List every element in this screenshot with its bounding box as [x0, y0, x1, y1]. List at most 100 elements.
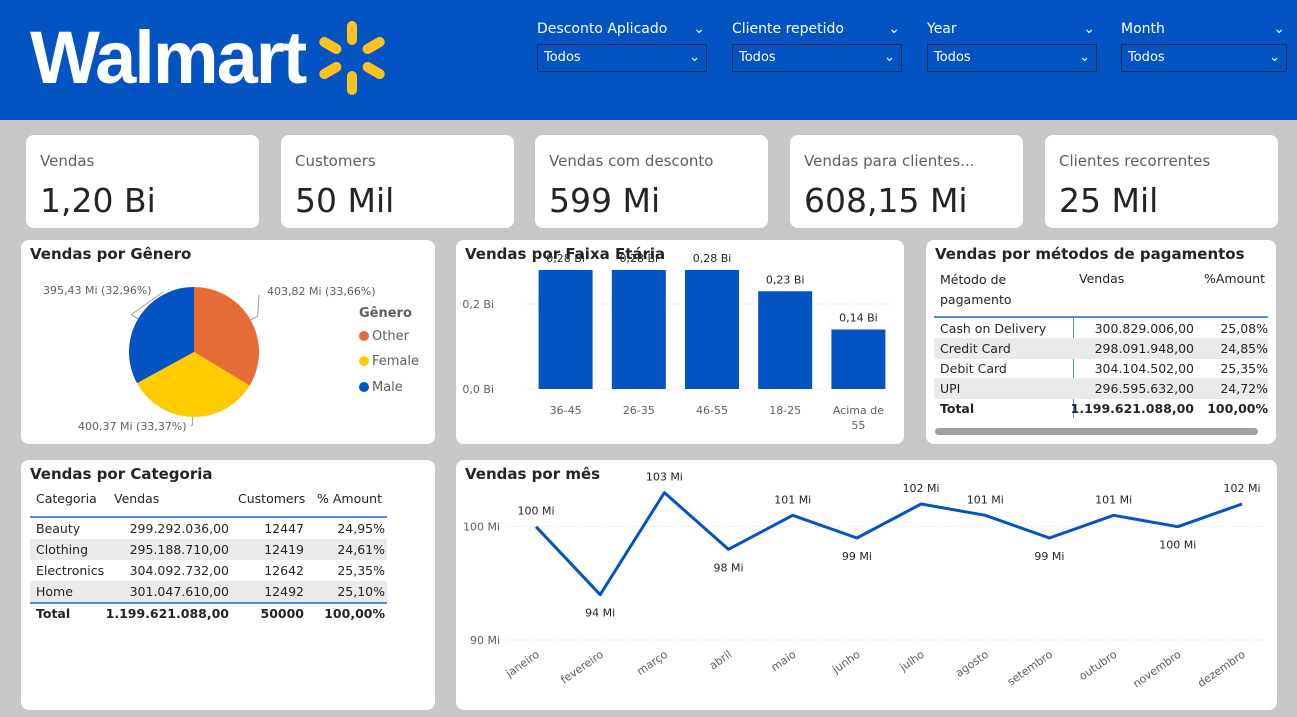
legend-dot	[359, 356, 369, 366]
table-row[interactable]: Electronics 304.092.732,00 12642 25,35%	[30, 560, 387, 581]
kpi-value: 1,20 Bi	[40, 181, 156, 220]
pie-data-label: 395,43 Mi (32,96%)	[43, 284, 152, 297]
line-series[interactable]	[534, 491, 1243, 597]
bar[interactable]	[685, 270, 739, 389]
kpi-value: 608,15 Mi	[804, 181, 968, 220]
payment-table: Método de pagamento Vendas %Amount Cash …	[926, 240, 1276, 444]
line-chart[interactable]: 90 Mi 100 Mi 100 Mi janeiro 94 Mi fevereiro 10…	[456, 460, 1277, 710]
table-row[interactable]: Beauty 299.292.036,00 12447 24,95%	[30, 518, 387, 539]
bar-chart[interactable]: 0,0 Bi 0,2 Bi 0,28 Bi 36-45 0,28 Bi 26-35 0,28…	[456, 240, 904, 444]
chevron-down-icon[interactable]: ⌄	[1273, 18, 1285, 40]
table-row[interactable]: Debit Card 304.104.502,00 25,35%	[934, 358, 1268, 379]
legend-item-female[interactable]: Female	[359, 354, 419, 369]
x-tick-label: março	[634, 648, 670, 679]
horizontal-scrollbar[interactable]	[935, 428, 1258, 435]
line-data-label: 101 Mi	[1095, 493, 1132, 506]
bar[interactable]	[538, 270, 593, 389]
y-tick-label: 0,0 Bi	[462, 383, 494, 396]
pie-data-label: 403,82 Mi (33,66%)	[267, 285, 376, 298]
table-row[interactable]: Cash on Delivery 300.829.006,00 25,08%	[934, 318, 1268, 339]
kpi-card-customers: Customers 50 Mil	[281, 135, 514, 228]
filter-dropdown[interactable]: Todos ⌄	[537, 44, 707, 72]
table-total-row: Total 1.199.621.088,00 50000 100,00%	[36, 606, 385, 621]
category-table: Categoria Vendas Customers % Amount Beau…	[21, 460, 435, 710]
column-header-categoria[interactable]: Categoria	[36, 491, 97, 506]
filter-desconto-aplicado[interactable]: Desconto Aplicado ⌄ Todos ⌄	[537, 18, 707, 72]
filter-cliente-repetido[interactable]: Cliente repetido ⌄ Todos ⌄	[732, 18, 902, 72]
column-header-vendas[interactable]: Vendas	[114, 491, 159, 506]
chevron-down-icon[interactable]: ⌄	[693, 18, 705, 40]
header-bar: Walmart Desconto Aplicado ⌄ Todos ⌄ Client…	[0, 0, 1297, 120]
chevron-down-icon[interactable]: ⌄	[1083, 18, 1095, 40]
table-row[interactable]: Home 301.047.610,00 12492 25,10%	[30, 581, 387, 602]
line-data-label: 100 Mi	[517, 505, 554, 518]
kpi-label: Vendas	[40, 152, 95, 170]
filter-dropdown[interactable]: Todos ⌄	[1121, 44, 1287, 72]
kpi-card-vendas-para-clientes: Vendas para clientes... 608,15 Mi	[790, 135, 1023, 228]
table-row[interactable]: Clothing 295.188.710,00 12419 24,61%	[30, 539, 387, 560]
line-data-label: 99 Mi	[1034, 550, 1064, 563]
x-tick-label: junho	[829, 648, 863, 677]
y-tick-label: 90 Mi	[470, 634, 500, 647]
legend-item-other[interactable]: Other	[359, 329, 409, 344]
line-data-label: 103 Mi	[646, 471, 683, 484]
kpi-card-vendas-com-desconto: Vendas com desconto 599 Mi	[535, 135, 768, 228]
filter-title: Month ⌄	[1121, 18, 1287, 40]
column-header-amount[interactable]: %Amount	[1204, 271, 1265, 286]
column-header-amount[interactable]: % Amount	[317, 491, 382, 506]
x-tick-label: Acima de	[833, 404, 884, 417]
y-tick-label: 0,2 Bi	[462, 298, 494, 311]
x-tick-label: novembro	[1130, 648, 1183, 691]
legend-dot	[359, 382, 369, 392]
bar-data-label: 0,14 Bi	[839, 312, 878, 325]
pie-data-label: 400,37 Mi (33,37%)	[78, 420, 187, 433]
line-data-label: 102 Mi	[903, 482, 940, 495]
filter-title: Cliente repetido ⌄	[732, 18, 902, 40]
chevron-down-icon[interactable]: ⌄	[884, 45, 895, 71]
column-header-metodo[interactable]: Método de pagamento	[940, 270, 1050, 310]
filter-month[interactable]: Month ⌄ Todos ⌄	[1121, 18, 1287, 72]
pie-leader-line	[190, 416, 194, 427]
line-data-label: 100 Mi	[1159, 539, 1196, 552]
x-tick-label: outubro	[1077, 648, 1120, 683]
x-tick-label: setembro	[1005, 648, 1056, 689]
legend-item-male[interactable]: Male	[359, 380, 403, 395]
x-tick-label: 55	[851, 419, 865, 432]
line-data-label: 101 Mi	[774, 493, 811, 506]
chevron-down-icon[interactable]: ⌄	[1269, 45, 1280, 71]
line-data-label: 99 Mi	[842, 550, 872, 563]
column-header-customers[interactable]: Customers	[238, 491, 305, 506]
bar[interactable]	[831, 329, 886, 390]
table-total-row: Total 1.199.621.088,00 100,00%	[940, 401, 1268, 416]
bar[interactable]	[611, 270, 666, 389]
line-data-label: 98 Mi	[714, 561, 744, 574]
x-tick-label: 18-25	[769, 404, 801, 417]
filter-year[interactable]: Year ⌄ Todos ⌄	[927, 18, 1097, 72]
table-row[interactable]: UPI 296.595.632,00 24,72%	[934, 378, 1268, 399]
kpi-card-clientes-recorrentes: Clientes recorrentes 25 Mil	[1045, 135, 1278, 228]
line-data-label: 102 Mi	[1223, 482, 1260, 495]
table-row[interactable]: Credit Card 298.091.948,00 24,85%	[934, 338, 1268, 359]
filter-dropdown[interactable]: Todos ⌄	[732, 44, 902, 72]
line-data-label: 94 Mi	[585, 607, 615, 620]
legend-dot	[359, 331, 369, 341]
pie-leader-line	[250, 294, 260, 321]
x-tick-label: abril	[707, 648, 734, 673]
bar[interactable]	[758, 291, 813, 389]
kpi-value: 599 Mi	[549, 181, 661, 220]
filter-dropdown[interactable]: Todos ⌄	[927, 44, 1097, 72]
chevron-down-icon[interactable]: ⌄	[689, 45, 700, 71]
x-tick-label: 26-35	[623, 404, 655, 417]
column-header-vendas[interactable]: Vendas	[1079, 271, 1124, 286]
bar-data-label: 0,28 Bi	[546, 252, 585, 265]
bar-data-label: 0,28 Bi	[693, 252, 732, 265]
x-tick-label: dezembro	[1195, 648, 1248, 690]
filter-title: Desconto Aplicado ⌄	[537, 18, 707, 40]
chevron-down-icon[interactable]: ⌄	[1079, 45, 1090, 71]
filter-title: Year ⌄	[927, 18, 1097, 40]
x-tick-label: janeiro	[503, 648, 542, 681]
x-tick-label: 36-45	[550, 404, 582, 417]
bar-data-label: 0,23 Bi	[766, 273, 805, 286]
chevron-down-icon[interactable]: ⌄	[888, 18, 900, 40]
kpi-value: 25 Mil	[1059, 181, 1159, 220]
